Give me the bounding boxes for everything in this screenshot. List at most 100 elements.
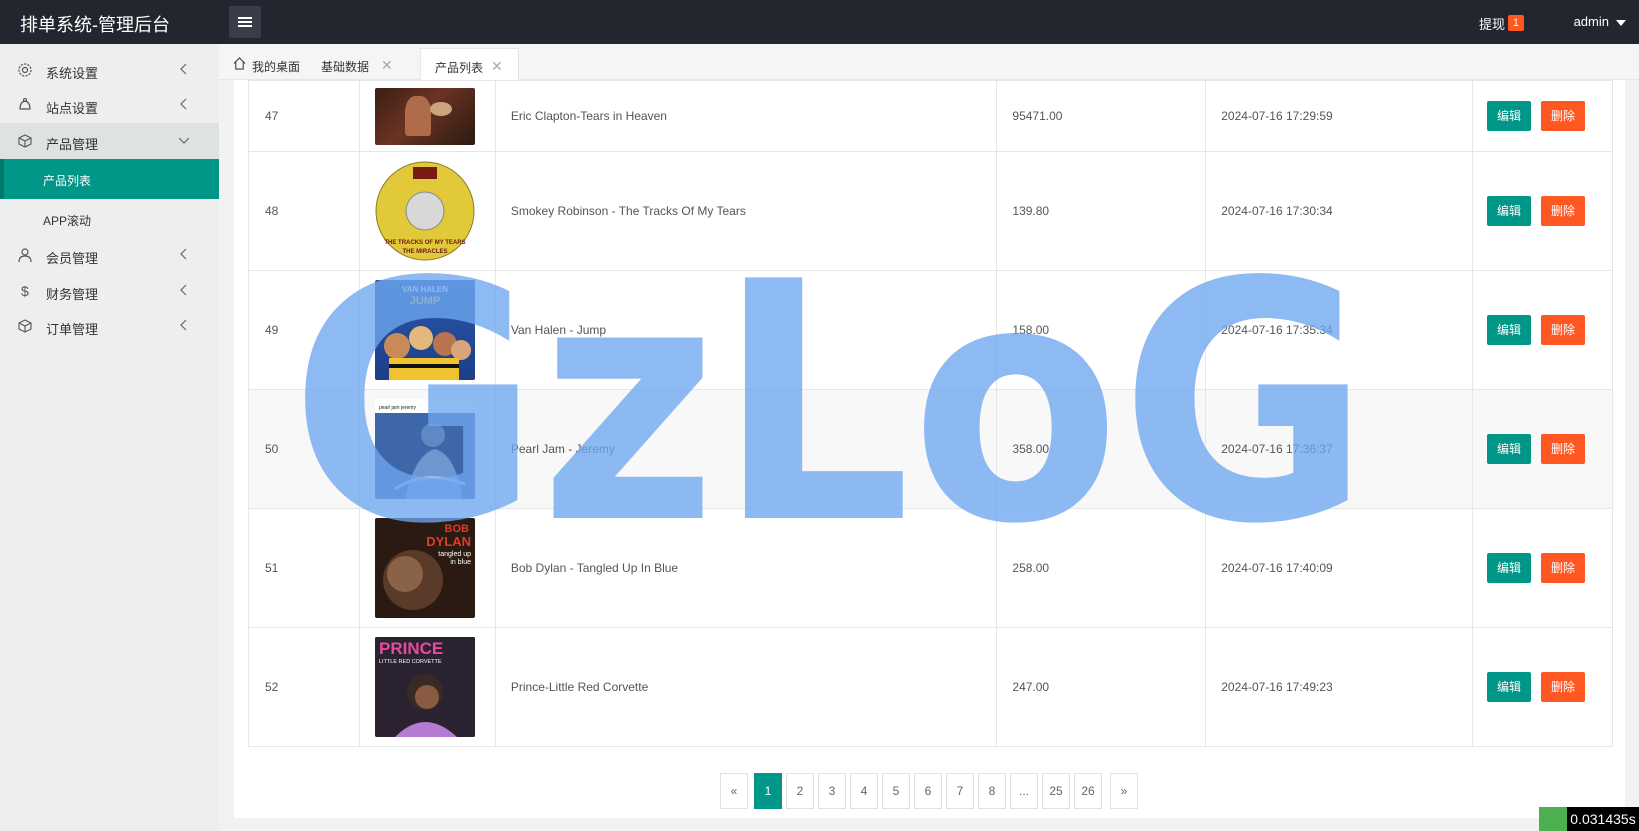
edit-button[interactable]: 编辑 xyxy=(1487,101,1532,131)
sidebar: 系统设置 站点设置 产品管理 产品列表 APP滚动 会员管理 $ 财务管理 订单… xyxy=(0,44,219,831)
caret-down-icon[interactable] xyxy=(1616,20,1626,26)
table-row: 50 pearl jam jeremy Pearl Jam - Jeremy 3… xyxy=(248,389,1613,509)
row-actions: 编辑 删除 xyxy=(1472,389,1613,509)
product-name: Prince-Little Red Corvette xyxy=(494,627,998,747)
svg-text:PRINCE: PRINCE xyxy=(379,639,443,658)
svg-text:THE MIRACLES: THE MIRACLES xyxy=(402,249,447,255)
svg-text:THE TRACKS OF MY TEARS: THE TRACKS OF MY TEARS xyxy=(384,240,465,246)
svg-text:DYLAN: DYLAN xyxy=(426,534,471,549)
product-time: 2024-07-16 17:29:59 xyxy=(1205,80,1474,152)
product-thumbnail-cell: THE TRACKS OF MY TEARS THE MIRACLES xyxy=(358,151,496,271)
product-price: 158.00 xyxy=(996,270,1207,390)
edit-button[interactable]: 编辑 xyxy=(1487,315,1532,345)
row-actions: 编辑 删除 xyxy=(1472,270,1613,390)
sidebar-item-label: 系统设置 xyxy=(46,66,99,81)
product-price: 358.00 xyxy=(996,389,1207,509)
home-icon xyxy=(233,57,246,70)
page-button[interactable]: 2 xyxy=(786,773,814,809)
product-thumbnail-cell: VAN HALEN JUMP xyxy=(358,270,496,390)
product-thumbnail-cell xyxy=(358,80,496,152)
table-row: 48 THE TRACKS OF MY TEARS THE MIRACLES S… xyxy=(248,151,1613,271)
hamburger-icon xyxy=(238,17,252,19)
tab-label: 基础数据 xyxy=(321,60,370,74)
page-button[interactable]: 6 xyxy=(914,773,942,809)
delete-button[interactable]: 删除 xyxy=(1541,553,1586,583)
edit-button[interactable]: 编辑 xyxy=(1487,196,1532,226)
sidebar-item-label: 产品列表 xyxy=(43,174,92,188)
page-button[interactable]: 25 xyxy=(1042,773,1070,809)
product-time: 2024-07-16 17:35:34 xyxy=(1205,270,1474,390)
product-thumbnail: BOB DYLAN tangled up in blue xyxy=(374,518,475,618)
product-time: 2024-07-16 17:49:23 xyxy=(1205,627,1474,747)
chevron-down-icon xyxy=(178,137,190,144)
sidebar-item-label: 会员管理 xyxy=(46,251,99,266)
page-button[interactable]: 7 xyxy=(946,773,974,809)
page-button[interactable]: 8 xyxy=(978,773,1006,809)
page-next-button[interactable]: » xyxy=(1110,773,1138,809)
product-thumbnail: VAN HALEN JUMP xyxy=(374,280,475,380)
product-price: 247.00 xyxy=(996,627,1207,747)
product-table: 47 Eric Clapton-Tears in Heaven 95471.00… xyxy=(248,80,1613,747)
dollar-icon: $ xyxy=(21,283,29,299)
page-button[interactable]: 3 xyxy=(818,773,846,809)
page-button[interactable]: 4 xyxy=(850,773,878,809)
close-icon[interactable]: ✕ xyxy=(491,58,503,75)
delete-button[interactable]: 删除 xyxy=(1541,315,1586,345)
tab-bar: 我的桌面 基础数据 ✕ 产品列表 ✕ xyxy=(219,44,1639,80)
sidebar-item-label: 订单管理 xyxy=(46,322,99,337)
delete-button[interactable]: 删除 xyxy=(1541,101,1586,131)
close-icon[interactable]: ✕ xyxy=(381,57,393,74)
product-thumbnail-cell: PRINCE LITTLE RED CORVETTE xyxy=(358,627,496,747)
product-thumbnail-cell: BOB DYLAN tangled up in blue xyxy=(358,508,496,628)
sidebar-item-system-settings[interactable]: 系统设置 xyxy=(0,52,219,88)
sidebar-item-order-management[interactable]: 订单管理 xyxy=(0,308,219,344)
sidebar-item-label: APP滚动 xyxy=(43,214,92,228)
debug-timing[interactable]: 0.031435s xyxy=(1567,807,1639,831)
chevron-left-icon xyxy=(180,319,187,331)
tab-my-desktop[interactable]: 我的桌面 xyxy=(219,48,305,80)
edit-button[interactable]: 编辑 xyxy=(1487,434,1532,464)
row-actions: 编辑 删除 xyxy=(1472,627,1613,747)
order-icon xyxy=(18,319,32,333)
user-menu[interactable]: admin xyxy=(1574,14,1609,29)
product-thumbnail: THE TRACKS OF MY TEARS THE MIRACLES xyxy=(375,161,475,261)
tab-product-list[interactable]: 产品列表 ✕ xyxy=(420,48,519,80)
sidebar-item-product-list[interactable]: 产品列表 xyxy=(0,159,219,199)
withdraw-link[interactable]: 提现 xyxy=(1479,14,1505,33)
sidebar-item-site-settings[interactable]: 站点设置 xyxy=(0,87,219,123)
page-prev-button[interactable]: « xyxy=(720,773,748,809)
delete-button[interactable]: 删除 xyxy=(1541,196,1586,226)
svg-text:LITTLE RED CORVETTE: LITTLE RED CORVETTE xyxy=(379,659,442,665)
product-id: 48 xyxy=(248,151,360,271)
page-button-current[interactable]: 1 xyxy=(754,773,782,809)
delete-button[interactable]: 删除 xyxy=(1541,672,1586,702)
menu-toggle-button[interactable] xyxy=(229,6,261,38)
row-actions: 编辑 删除 xyxy=(1472,151,1613,271)
sidebar-item-product-management[interactable]: 产品管理 xyxy=(0,123,219,159)
product-price: 139.80 xyxy=(996,151,1207,271)
row-actions: 编辑 删除 xyxy=(1472,80,1613,152)
tab-basic-data[interactable]: 基础数据 ✕ xyxy=(305,48,401,80)
product-id: 47 xyxy=(248,80,360,152)
sidebar-item-app-scroll[interactable]: APP滚动 xyxy=(0,199,219,239)
debug-logo-icon[interactable] xyxy=(1539,807,1567,831)
product-thumbnail: PRINCE LITTLE RED CORVETTE xyxy=(374,637,475,737)
table-row: 49 VAN HALEN JUMP Van Halen - Jump 158.0… xyxy=(248,270,1613,390)
product-thumbnail-cell: pearl jam jeremy xyxy=(358,389,496,509)
delete-button[interactable]: 删除 xyxy=(1541,434,1586,464)
table-row: 47 Eric Clapton-Tears in Heaven 95471.00… xyxy=(248,80,1613,152)
edit-button[interactable]: 编辑 xyxy=(1487,553,1532,583)
sidebar-item-member-management[interactable]: 会员管理 xyxy=(0,237,219,273)
edit-button[interactable]: 编辑 xyxy=(1487,672,1532,702)
sidebar-item-label: 站点设置 xyxy=(46,101,99,116)
product-thumbnail xyxy=(374,87,475,145)
product-name: Van Halen - Jump xyxy=(494,270,998,390)
top-bar: 排单系统-管理后台 提现 1 admin xyxy=(0,0,1639,44)
main-content: 47 Eric Clapton-Tears in Heaven 95471.00… xyxy=(234,80,1625,818)
sidebar-item-finance-management[interactable]: $ 财务管理 xyxy=(0,273,219,309)
page-button[interactable]: 26 xyxy=(1074,773,1102,809)
product-name: Bob Dylan - Tangled Up In Blue xyxy=(494,508,998,628)
product-time: 2024-07-16 17:40:09 xyxy=(1205,508,1474,628)
page-button[interactable]: 5 xyxy=(882,773,910,809)
svg-text:in blue: in blue xyxy=(450,559,471,566)
